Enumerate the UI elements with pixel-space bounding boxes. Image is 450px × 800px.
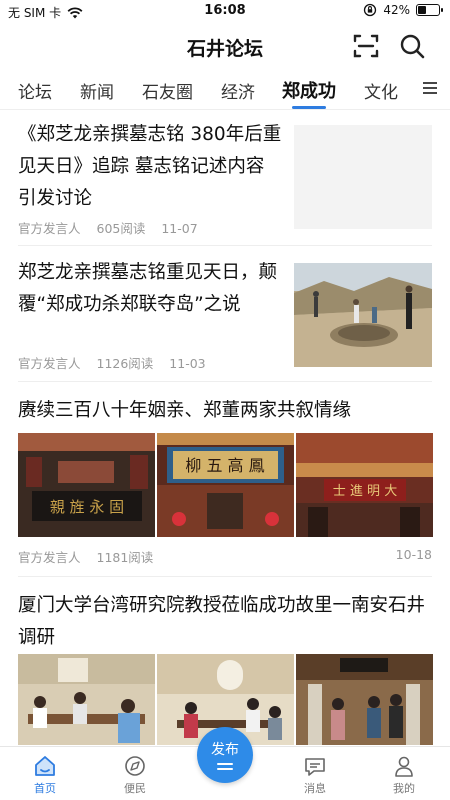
nav-home[interactable]: 首页 [15,755,75,796]
list-item[interactable]: 厦门大学台湾研究院教授莅临成功故里一南安石井调研 [18,578,433,745]
article-title[interactable]: 厦门大学台湾研究院教授莅临成功故里一南安石井调研 [18,590,432,654]
nav-services[interactable]: 便民 [105,755,165,796]
search-icon[interactable] [398,32,426,60]
active-tab-indicator [292,106,326,109]
article-image-meeting-1[interactable] [18,654,155,745]
article-author: 官方发言人 [18,356,81,371]
battery-fill [418,6,426,14]
tab-forum[interactable]: 论坛 [18,78,52,103]
battery-icon [416,4,443,16]
tab-economy[interactable]: 经济 [221,78,255,103]
user-icon [395,756,413,777]
article-reads: 1126阅读 [96,356,154,371]
tab-culture[interactable]: 文化 [364,78,398,103]
publish-bar-icon [217,763,233,765]
list-item[interactable]: 《郑芝龙亲撰墓志铭 380年后重见天日》追踪 墓志铭记述内容引发讨论 官方发言人… [18,111,432,246]
article-date: 11-03 [169,356,206,371]
list-item[interactable]: 郑芝龙亲撰墓志铭重见天日，颠覆“郑成功杀郑联夺岛”之说 官方发言人 1126阅读… [18,247,432,382]
status-bar: 无 SIM 卡 16:08 42% [0,0,450,22]
article-reads: 1181阅读 [96,550,154,565]
article-title[interactable]: 赓续三百八十年姻亲、郑董两家共叙情缘 [18,395,432,427]
article-title[interactable]: 《郑芝龙亲撰墓志铭 380年后重见天日》追踪 墓志铭记述内容引发讨论 [18,119,282,215]
tab-friends-circle[interactable]: 石友圈 [142,78,193,103]
article-date: 10-18 [395,547,432,562]
compass-icon [125,756,145,776]
nav-label: 首页 [34,782,56,795]
home-icon [35,756,55,776]
nav-profile[interactable]: 我的 [374,755,434,796]
publish-bar-icon [217,768,233,770]
plaque-text: 柳 五 高 鳳 [185,456,264,475]
article-meta: 官方发言人 605阅读 11-07 [18,218,210,237]
scan-icon[interactable] [352,32,380,60]
article-meta: 官方发言人 1126阅读 11-03 [18,353,218,372]
orientation-lock-icon [364,3,377,17]
menu-icon[interactable] [422,81,438,95]
article-image-plaque-1[interactable]: 親 旌 永 固 [18,433,155,537]
category-tabs: 论坛 新闻 石友圈 经济 郑成功 文化 [0,70,450,110]
article-date: 11-07 [161,221,198,236]
nav-label: 我的 [393,782,415,795]
nav-label: 便民 [124,782,146,795]
page-title: 石井论坛 [186,38,263,60]
news-feed: 《郑芝龙亲撰墓志铭 380年后重见天日》追踪 墓志铭记述内容引发讨论 官方发言人… [0,111,450,745]
article-image-plaque-2[interactable]: 柳 五 高 鳳 [157,433,294,537]
article-author: 官方发言人 [18,221,81,236]
article-image-plaque-3[interactable]: 士 進 明 大 [296,433,433,537]
article-thumbnail-excavation[interactable] [294,263,432,367]
article-meta: 官方发言人 1181阅读 [18,547,165,566]
plaque-text: 親 旌 永 固 [50,498,124,516]
tab-zheng-chenggong[interactable]: 郑成功 [282,77,336,103]
tab-news[interactable]: 新闻 [80,78,114,103]
publish-button[interactable]: 发布 [197,727,253,783]
article-image-meeting-3[interactable] [296,654,433,745]
nav-messages[interactable]: 消息 [285,755,345,796]
battery-percent: 42% [383,3,410,17]
message-icon [305,758,325,776]
article-thumbnail-placeholder[interactable] [294,125,432,229]
nav-label: 消息 [304,782,326,795]
publish-label: 发布 [211,742,239,758]
plaque-text: 士 進 明 大 [333,484,397,499]
bottom-nav: 首页 便民 发布 消息 我的 [0,727,450,800]
status-right: 42% [363,3,443,17]
article-title[interactable]: 郑芝龙亲撰墓志铭重见天日，颠覆“郑成功杀郑联夺岛”之说 [18,257,288,321]
article-image-row[interactable]: 親 旌 永 固 柳 五 高 鳳 士 進 明 大 [18,433,433,537]
app-header: 石井论坛 [0,22,450,70]
list-item[interactable]: 赓续三百八十年姻亲、郑董两家共叙情缘 親 旌 永 固 柳 五 高 鳳 士 進 明… [18,383,433,577]
article-reads: 605阅读 [96,221,146,236]
article-author: 官方发言人 [18,550,81,565]
